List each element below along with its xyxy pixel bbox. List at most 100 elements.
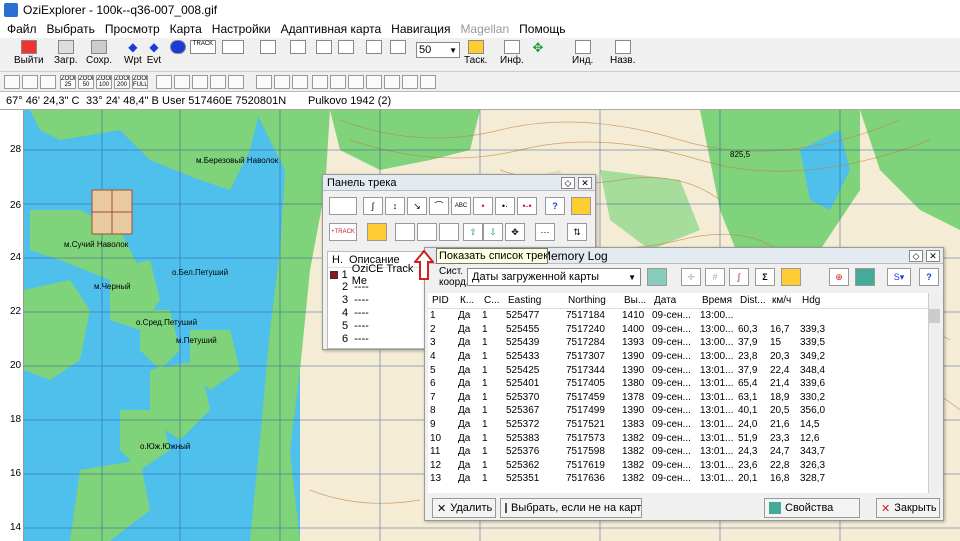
table-row[interactable]: 8 Да 1 525367 7517499 1390 09-сен... 13:01... 40…: [428, 404, 832, 418]
target-icon[interactable]: ⊕: [829, 268, 849, 286]
task-button[interactable]: Таск.: [464, 40, 487, 70]
close-icon[interactable]: ✕: [926, 250, 940, 262]
snow-button[interactable]: [222, 40, 244, 70]
delete-button[interactable]: ✕ Удалить: [432, 498, 496, 518]
gps-route-icon[interactable]: [174, 75, 190, 89]
track-join-button[interactable]: ⋯: [535, 223, 555, 241]
track-cut-button[interactable]: ⌒: [429, 197, 449, 215]
names-button[interactable]: Назв.: [610, 40, 635, 70]
help-icon[interactable]: ?: [919, 268, 939, 286]
gps-track-icon[interactable]: [192, 75, 208, 89]
hand-icon[interactable]: [40, 75, 56, 89]
gps-send-icon[interactable]: [210, 75, 226, 89]
map-tools-button[interactable]: [290, 40, 306, 70]
map-icon[interactable]: [647, 268, 667, 286]
lifebuoy-icon[interactable]: [384, 75, 400, 89]
ruler-icon[interactable]: [4, 75, 20, 89]
moving-map-icon[interactable]: [256, 75, 272, 89]
track-label-button[interactable]: ABC: [451, 197, 471, 215]
table-row[interactable]: 9 Да 1 525372 7517521 1383 09-сен... 13:01... 24…: [428, 418, 832, 432]
menu-navigation[interactable]: Навигация: [386, 22, 455, 36]
table-row[interactable]: 12 Да 1 525362 7517619 1382 09-сен... 13:01... 2…: [428, 459, 832, 473]
info-button[interactable]: Инф.: [500, 40, 524, 70]
track-line-button[interactable]: ∫: [363, 197, 383, 215]
menu-select[interactable]: Выбрать: [42, 22, 100, 36]
map-list-button[interactable]: [260, 40, 276, 70]
table-row[interactable]: 1 Да 1 525477 7517184 1410 09-сен... 13:00...: [428, 309, 832, 323]
track-up-button[interactable]: ⇧: [463, 223, 483, 241]
map-find-button[interactable]: [316, 40, 332, 70]
name-search-button[interactable]: [338, 40, 354, 70]
save-button[interactable]: Сохр.: [86, 40, 112, 70]
track-point-button[interactable]: ↕: [385, 197, 405, 215]
help-icon[interactable]: ?: [545, 197, 565, 215]
nmea-icon[interactable]: [274, 75, 290, 89]
list-item[interactable]: 4 ----: [328, 307, 426, 320]
track-dotline-button[interactable]: •·: [495, 197, 515, 215]
sound-icon[interactable]: [312, 75, 328, 89]
table-row[interactable]: 5 Да 1 525425 7517344 1390 09-сен... 13:01... 37…: [428, 363, 832, 377]
exit-button[interactable]: Выйти: [14, 40, 44, 70]
compass-icon[interactable]: [330, 75, 346, 89]
map-sync-icon[interactable]: [855, 268, 875, 286]
track-save-button[interactable]: [367, 223, 387, 241]
track-move-button[interactable]: ✥: [505, 223, 525, 241]
route-button[interactable]: [170, 40, 186, 70]
list-item[interactable]: 6 ----: [328, 333, 426, 346]
select-button[interactable]: Выбрать, если не на карте: [500, 498, 642, 518]
table-row[interactable]: 4 Да 1 525433 7517307 1390 09-сен... 13:00... 23…: [428, 350, 832, 364]
track-down-button[interactable]: ⇩: [483, 223, 503, 241]
track-segment-button[interactable]: •-•: [517, 197, 537, 215]
load-button[interactable]: Загр.: [54, 40, 78, 70]
list-item[interactable]: 1 OziCE Track Me: [328, 263, 426, 287]
chart-icon[interactable]: [402, 75, 418, 89]
track-order-button[interactable]: ⇅: [567, 223, 587, 241]
track-open-button[interactable]: [439, 223, 459, 241]
table-row[interactable]: 11 Да 1 525376 7517598 1382 09-сен... 13:01... 2…: [428, 445, 832, 459]
collapse-icon[interactable]: ◇: [909, 250, 923, 262]
snow-track-button[interactable]: [329, 197, 357, 215]
track-list[interactable]: Н. Описание 1 OziCE Track Me 2 ---- 3 ---- …: [327, 251, 427, 349]
date-filter-select[interactable]: Даты загруженной карты ▼: [467, 268, 641, 286]
track-toolbar-button[interactable]: TRACK: [190, 40, 216, 70]
zoom-tool-button[interactable]: [366, 40, 382, 70]
menu-view[interactable]: Просмотр: [100, 22, 165, 36]
screen-icon[interactable]: [292, 75, 308, 89]
track-load-button[interactable]: [395, 223, 415, 241]
grid-toggle-icon[interactable]: [22, 75, 38, 89]
speed-icon[interactable]: S▾: [887, 268, 911, 286]
menu-magellan[interactable]: Magellan: [455, 22, 514, 36]
table-row[interactable]: 2 Да 1 525455 7517240 1400 09-сен... 13:00... 60…: [428, 323, 832, 337]
gps-upload-icon[interactable]: [228, 75, 244, 89]
fit-button[interactable]: [390, 40, 406, 70]
antenna-icon[interactable]: [420, 75, 436, 89]
sum-icon[interactable]: Σ: [755, 268, 775, 286]
close-icon[interactable]: ✕: [578, 177, 592, 189]
menu-settings[interactable]: Настройки: [207, 22, 276, 36]
scrollbar-thumb[interactable]: [929, 309, 940, 323]
grid-icon[interactable]: #: [705, 268, 725, 286]
gps-wpt-icon[interactable]: [156, 75, 172, 89]
menu-map[interactable]: Карта: [165, 22, 207, 36]
pan-button[interactable]: ✥: [530, 40, 546, 70]
zoom-25-icon[interactable]: ZOOM 25: [60, 75, 76, 89]
table-row[interactable]: 13 Да 1 525351 7517636 1382 09-сен... 13:01... 2…: [428, 472, 832, 486]
new-track-button[interactable]: +TRACK: [329, 223, 357, 241]
zoom-200-icon[interactable]: ZOOM 200: [114, 75, 130, 89]
table-row[interactable]: 10 Да 1 525383 7517573 1382 09-сен... 13:01... 5…: [428, 431, 832, 445]
zoom-select[interactable]: 50 ▼: [416, 42, 460, 58]
crosshair-icon[interactable]: ✛: [681, 268, 701, 286]
table-row[interactable]: 3 Да 1 525439 7517284 1393 09-сен... 13:00... 37…: [428, 336, 832, 350]
indicator-button[interactable]: Инд.: [572, 40, 593, 70]
track-export-button[interactable]: [571, 197, 591, 215]
zoom-100-icon[interactable]: ZOOM 100: [96, 75, 112, 89]
collapse-icon[interactable]: ◇: [561, 177, 575, 189]
log-table[interactable]: 1 Да 1 525477 7517184 1410 09-сен... 13:00... 2 Д…: [428, 309, 928, 493]
wpt-button[interactable]: ◆ Wpt: [124, 40, 142, 70]
table-row[interactable]: 7 Да 1 525370 7517459 1378 09-сен... 13:01... 63…: [428, 391, 832, 405]
zoom-50-icon[interactable]: ZOOM 50: [78, 75, 94, 89]
track-list-button[interactable]: [417, 223, 437, 241]
log-scrollbar[interactable]: [928, 293, 940, 493]
menu-file[interactable]: Файл: [2, 22, 42, 36]
table-row[interactable]: 6 Да 1 525401 7517405 1380 09-сен... 13:01... 65…: [428, 377, 832, 391]
